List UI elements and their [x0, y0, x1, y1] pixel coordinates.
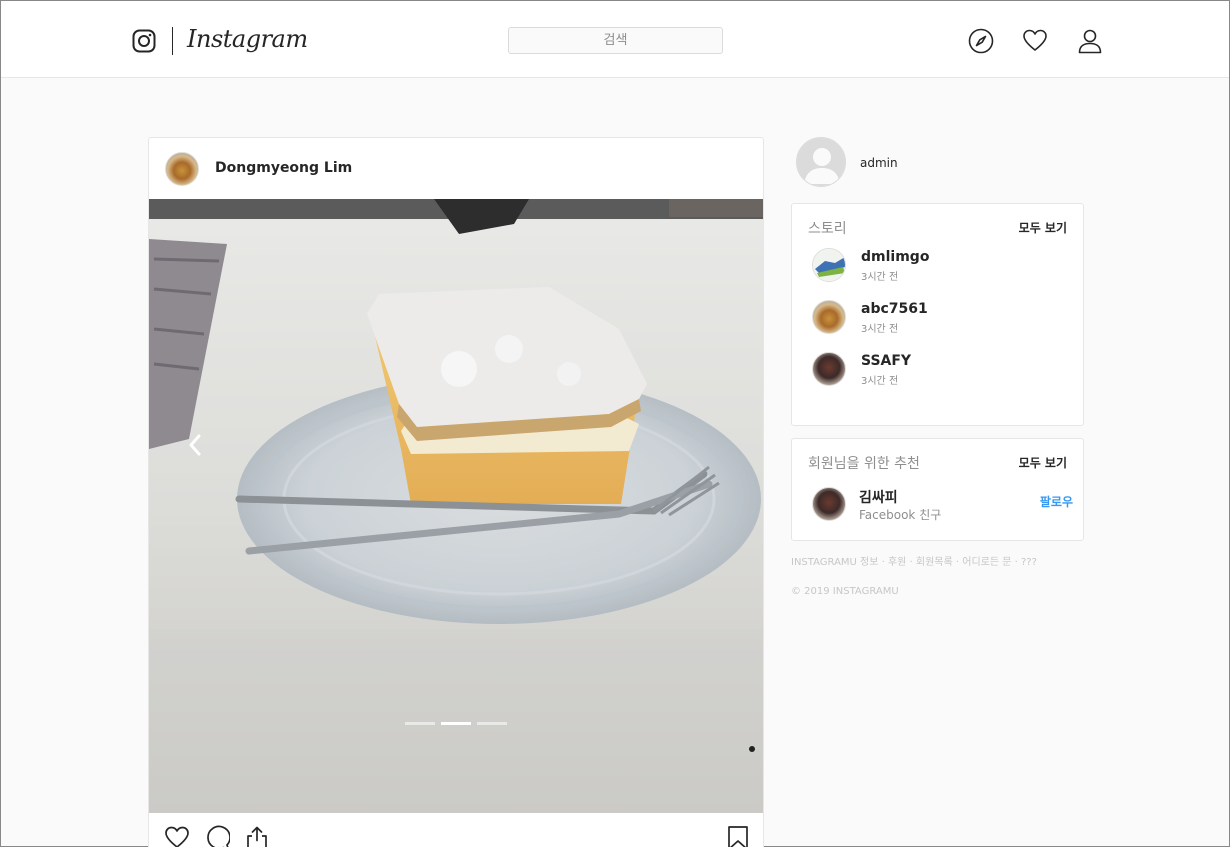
compass-icon[interactable]: [968, 28, 994, 54]
instagram-wordmark[interactable]: Instagram: [187, 25, 308, 53]
top-navigation-bar: Instagram 검색: [1, 1, 1229, 78]
story-time: 3시간 전: [861, 324, 899, 335]
story-time: 3시간 전: [861, 376, 899, 387]
recommendations-see-all-button[interactable]: 모두 보기: [1019, 454, 1067, 471]
follow-button[interactable]: 팔로우: [1040, 493, 1073, 510]
story-avatar[interactable]: [812, 352, 846, 386]
recommendation-username[interactable]: 김싸피: [859, 487, 898, 507]
carousel-dot[interactable]: [477, 722, 507, 725]
post-header: Dongmyeong Lim: [149, 138, 763, 199]
bookmark-icon[interactable]: [725, 825, 751, 847]
story-item[interactable]: SSAFY 3시간 전: [812, 350, 1072, 390]
post-action-bar: [149, 813, 763, 847]
recommendations-title: 회원님을 위한 추천: [808, 456, 920, 472]
logo-divider: [172, 27, 173, 55]
post-photo[interactable]: [149, 199, 763, 813]
stories-panel: 스토리 모두 보기 dmlimgo 3시간 전 abc7561 3시간 전 SS…: [791, 203, 1084, 426]
heart-icon[interactable]: [1022, 28, 1048, 54]
footer-copyright: © 2019 INSTAGRAMU: [791, 586, 899, 597]
recommendation-avatar[interactable]: [812, 487, 846, 521]
story-username: dmlimgo: [861, 249, 930, 265]
instagram-camera-icon[interactable]: [132, 29, 156, 53]
story-username: SSAFY: [861, 353, 912, 369]
share-icon[interactable]: [244, 825, 270, 847]
current-user-name[interactable]: admin: [860, 156, 898, 170]
search-input[interactable]: 검색: [508, 27, 723, 54]
stories-title: 스토리: [808, 221, 847, 237]
user-icon[interactable]: [1077, 28, 1103, 54]
story-avatar[interactable]: [812, 300, 846, 334]
carousel-dot[interactable]: [405, 722, 435, 725]
post-author-avatar[interactable]: [165, 152, 199, 186]
default-avatar-icon: [797, 138, 845, 186]
current-user-avatar[interactable]: [796, 137, 846, 187]
footer-links[interactable]: INSTAGRAMU 정보 · 후원 · 회원목록 · 어디로든 문 · ???: [791, 553, 1037, 568]
story-username: abc7561: [861, 301, 928, 317]
story-item[interactable]: dmlimgo 3시간 전: [812, 246, 1072, 286]
stories-see-all-button[interactable]: 모두 보기: [1019, 219, 1067, 236]
carousel-indicator: [405, 722, 507, 725]
recommendation-item: 김싸피 Facebook 친구 팔로우: [812, 485, 1073, 525]
story-item[interactable]: abc7561 3시간 전: [812, 298, 1072, 338]
carousel-dot-active[interactable]: [441, 722, 471, 725]
story-avatar[interactable]: [812, 248, 846, 282]
comment-icon[interactable]: [204, 825, 230, 847]
feed-post: Dongmyeong Lim: [148, 137, 764, 847]
carousel-previous-button[interactable]: [187, 433, 203, 457]
post-author-name[interactable]: Dongmyeong Lim: [215, 160, 352, 176]
story-avatar-image: [813, 249, 845, 281]
recommendation-subtitle: Facebook 친구: [859, 508, 942, 522]
like-heart-icon[interactable]: [164, 825, 190, 847]
recommendations-panel: 회원님을 위한 추천 모두 보기 김싸피 Facebook 친구 팔로우: [791, 438, 1084, 541]
story-time: 3시간 전: [861, 272, 899, 283]
